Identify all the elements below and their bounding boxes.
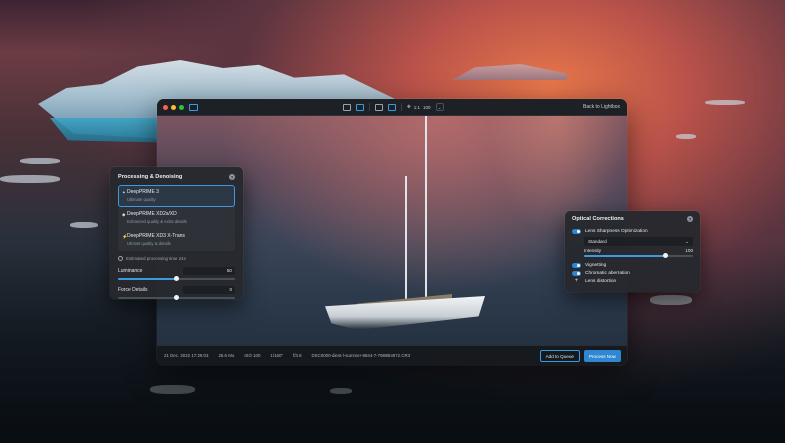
help-icon[interactable]: ? <box>687 216 693 222</box>
capture-date: 21 Dec. 2022 17:29:03 <box>164 353 209 358</box>
luminance-slider-handle[interactable] <box>174 276 179 281</box>
file-size: 25.6 Mo <box>218 353 235 358</box>
luminance-value-field[interactable]: 50 <box>183 267 235 275</box>
lens-sharpness-toggle[interactable] <box>572 228 581 234</box>
close-window-button[interactable] <box>163 104 168 110</box>
sailboat-hull <box>325 296 485 330</box>
add-icon[interactable]: + <box>572 278 581 284</box>
app-logo-icon <box>189 103 198 111</box>
chromatic-toggle[interactable] <box>572 270 581 276</box>
split-view-icon[interactable] <box>356 103 364 111</box>
option-description: Utmost quality & details <box>127 241 171 246</box>
intensity-label: Intensity <box>584 248 602 253</box>
add-to-queue-button[interactable]: Add to Queue <box>539 350 580 362</box>
option-name: DeepPRIME XD3 X-Trans <box>127 233 185 239</box>
back-to-lightbox-link[interactable]: Back to Lightbox <box>583 104 620 110</box>
compare-view-icon[interactable] <box>375 103 383 111</box>
option-description: Enhanced quality & extra details <box>127 219 187 224</box>
status-actions: Add to Queue Process Now <box>539 350 621 362</box>
estimate-text: Estimated processing time 24s <box>126 256 186 261</box>
force-details-row: Force Details 0 <box>118 286 235 294</box>
bolt-icon: ⚡ <box>122 234 128 239</box>
option-deepprime-xd2s[interactable]: ◆ DeepPRIME XD2s/XD Enhanced quality & e… <box>118 207 235 229</box>
title-bar: ✥ 1:1 100 ⌄ Back to Lightbox <box>157 99 627 116</box>
option-deepprime-xd3-xtrans[interactable]: ⚡ DeepPRIME XD3 X-Trans Utmost quality &… <box>118 229 235 251</box>
zoom-dropdown[interactable]: ⌄ <box>435 103 444 111</box>
minimize-window-button[interactable] <box>171 104 176 110</box>
zoom-value: 100 <box>423 104 431 110</box>
select-value: Standard <box>588 239 607 244</box>
denoise-options: ✦ DeepPRIME 3 Ultimate quality ◆ DeepPRI… <box>118 185 235 251</box>
process-now-button[interactable]: Process Now <box>583 350 621 362</box>
status-bar: 21 Dec. 2022 17:29:03 25.6 Mo ISO 100 1/… <box>157 345 627 365</box>
diamond-icon: ◆ <box>122 212 126 217</box>
intensity-slider-fill <box>584 255 666 257</box>
intensity-slider[interactable] <box>584 253 693 258</box>
processing-estimate: Estimated processing time 24s <box>118 256 235 261</box>
toolbar-divider <box>369 103 370 111</box>
processing-panel: Processing & Denoising ? ✦ DeepPRIME 3 U… <box>110 167 243 300</box>
clock-icon <box>118 256 123 261</box>
force-details-label: Force Details <box>118 287 148 293</box>
luminance-slider[interactable] <box>118 276 235 281</box>
sailboat-mast <box>425 116 427 306</box>
maximize-window-button[interactable] <box>179 104 184 110</box>
vignetting-row: Vignetting <box>572 261 693 269</box>
chromatic-row: Chromatic aberration <box>572 269 693 277</box>
iso-value: ISO 100 <box>244 353 261 358</box>
intensity-row: Intensity 100 <box>584 248 693 253</box>
vignetting-toggle[interactable] <box>572 262 581 268</box>
zoom-control[interactable]: ✥ 1:1 100 <box>407 104 431 110</box>
optical-panel-title: Optical Corrections <box>572 216 624 222</box>
intensity-slider-handle[interactable] <box>663 253 669 258</box>
processing-panel-title: Processing & Denoising <box>118 174 183 180</box>
window-controls <box>163 104 184 110</box>
toolbar-divider <box>401 103 402 111</box>
view-toolbar: ✥ 1:1 100 ⌄ <box>343 103 444 111</box>
lens-distortion-label: Lens distortion <box>585 278 617 284</box>
luminance-label: Luminance <box>118 268 143 274</box>
file-name: DSC0000-diest-l-summer-8844-7-7989B4972.… <box>311 353 411 358</box>
option-name: DeepPRIME XD2s/XD <box>127 211 177 217</box>
aperture-value: f/3.8 <box>292 353 302 358</box>
force-details-slider-handle[interactable] <box>174 295 179 300</box>
optical-corrections-panel: Optical Corrections ? Lens Sharpness Opt… <box>565 211 700 292</box>
force-details-slider[interactable] <box>118 295 235 300</box>
sailboat-mizzen-mast <box>405 176 407 306</box>
chevron-down-icon: ⌄ <box>685 238 689 244</box>
fit-icon: ✥ <box>407 104 411 109</box>
vignetting-label: Vignetting <box>585 262 607 268</box>
option-name: DeepPRIME 3 <box>127 189 159 195</box>
luminance-slider-fill <box>118 278 177 280</box>
single-view-icon[interactable] <box>343 103 351 111</box>
lens-sharpness-label: Lens Sharpness Optimization <box>585 228 648 234</box>
lens-sharpness-row: Lens Sharpness Optimization <box>572 227 693 235</box>
force-details-value-field[interactable]: 0 <box>183 286 235 294</box>
chromatic-label: Chromatic aberration <box>585 270 630 276</box>
shutter-speed: 1/160" <box>270 353 283 358</box>
side-by-side-icon[interactable] <box>388 103 396 111</box>
help-icon[interactable]: ? <box>229 174 235 180</box>
chevron-down-icon: ⌄ <box>437 104 442 110</box>
sharpness-mode-select[interactable]: Standard ⌄ <box>584 237 693 246</box>
sparkle-icon: ✦ <box>122 190 126 195</box>
zoom-label: 1:1 <box>413 104 421 110</box>
luminance-row: Luminance 50 <box>118 267 235 275</box>
option-description: Ultimate quality <box>127 197 156 202</box>
option-deepprime-3[interactable]: ✦ DeepPRIME 3 Ultimate quality <box>118 185 235 207</box>
lens-distortion-row: + Lens distortion <box>572 277 693 285</box>
intensity-value[interactable]: 100 <box>685 248 693 253</box>
